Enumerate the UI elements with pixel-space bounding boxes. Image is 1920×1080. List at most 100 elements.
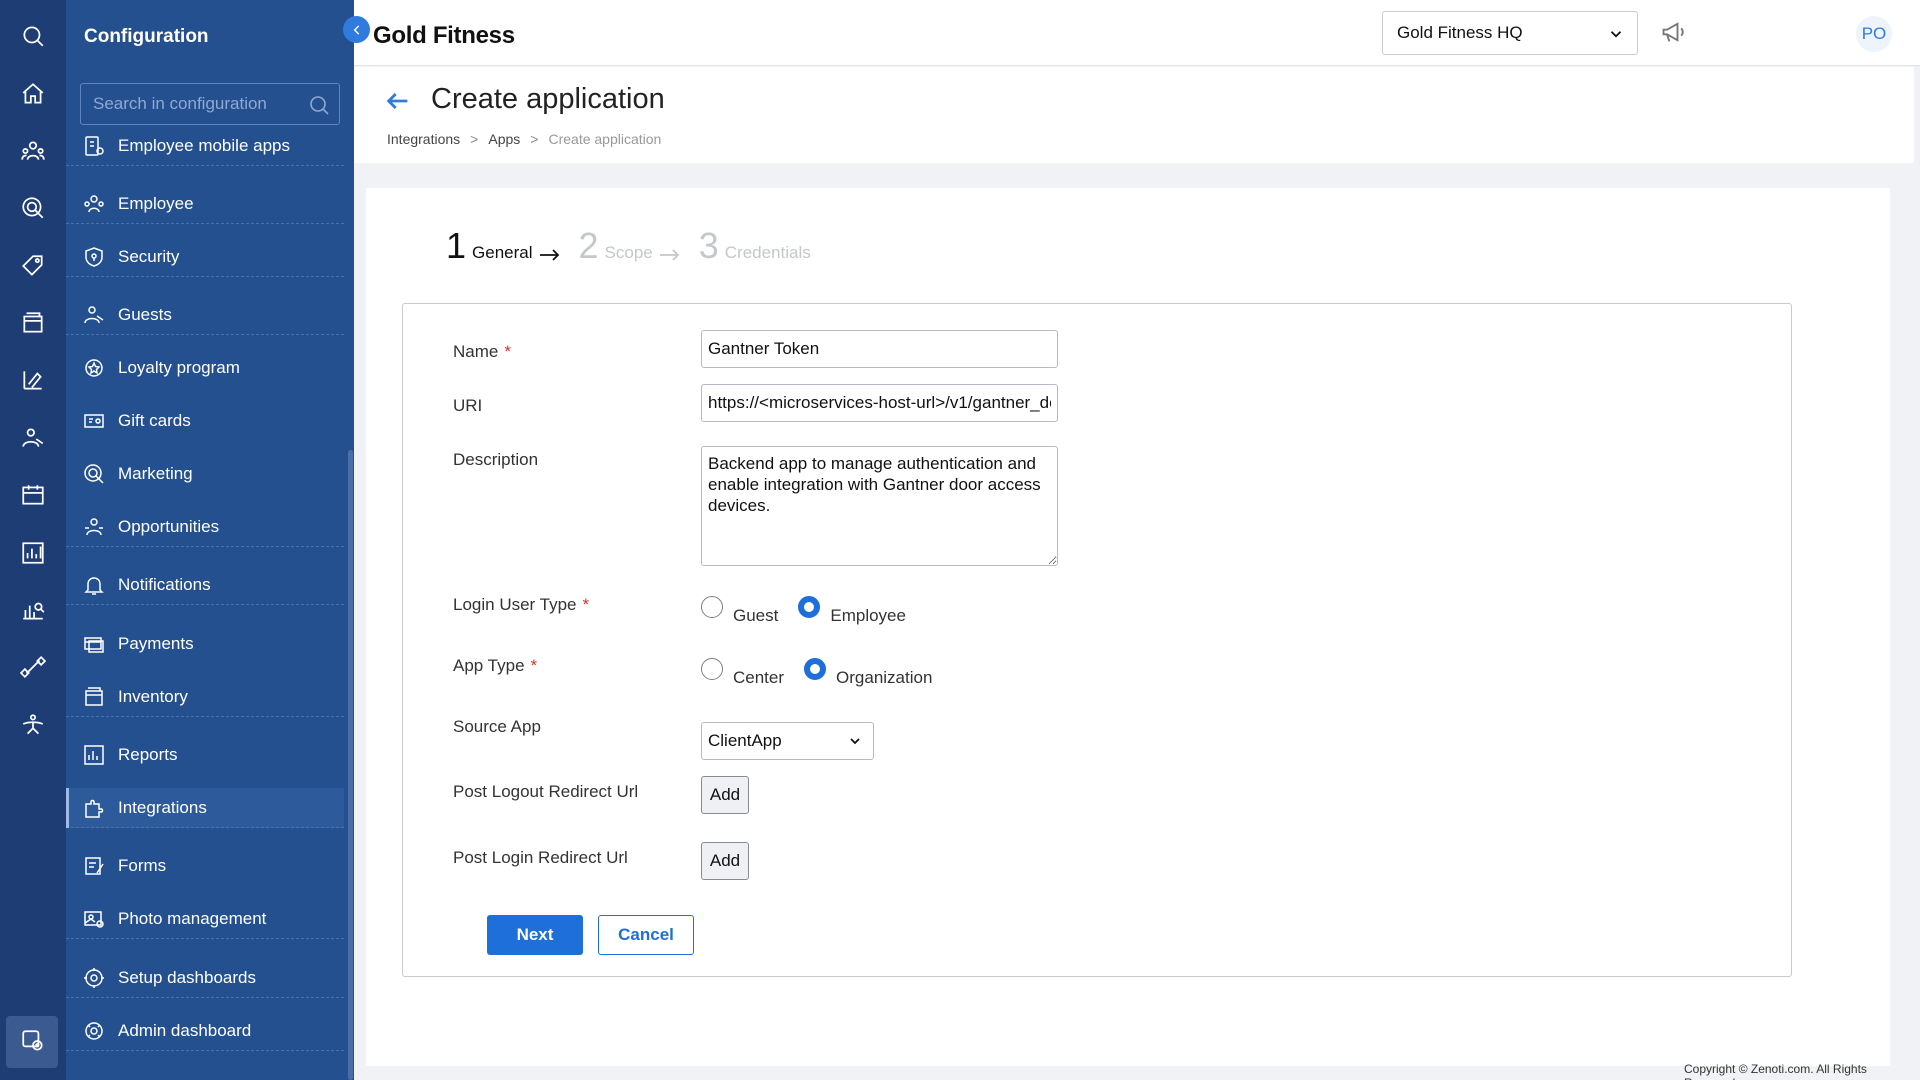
loyalty-icon	[80, 354, 108, 382]
marketing-icon[interactable]	[18, 193, 48, 223]
calendar-icon[interactable]	[18, 480, 48, 510]
sidebar-item-guests[interactable]: Guests	[66, 295, 344, 335]
sidebar-item-inventory[interactable]: Inventory	[66, 677, 344, 717]
center-selector[interactable]: Gold Fitness HQ	[1382, 11, 1638, 55]
radio-label: Organization	[836, 668, 933, 687]
sidebar-item-forms[interactable]: Forms	[66, 846, 344, 886]
sidebar-item-marketing[interactable]: Marketing	[66, 454, 344, 494]
radio-label: Guest	[733, 606, 779, 625]
radio-organization[interactable]: Organization	[804, 658, 932, 688]
sidebar-item-label: Inventory	[118, 686, 188, 706]
breadcrumb-apps[interactable]: Apps	[488, 131, 520, 147]
sidebar-item-label: Employee	[118, 193, 194, 213]
chart-icon[interactable]	[18, 538, 48, 568]
radio-indicator[interactable]	[701, 596, 723, 618]
reports-icon	[80, 741, 108, 769]
gift-card-icon	[80, 407, 108, 435]
dashboard-gear-icon	[80, 964, 108, 992]
add-post-login-url-button[interactable]: Add	[701, 842, 749, 880]
radio-indicator-selected[interactable]	[798, 596, 821, 618]
radio-indicator[interactable]	[701, 658, 723, 680]
name-field[interactable]	[701, 330, 1058, 368]
step-general[interactable]: 1 General	[446, 228, 561, 264]
radio-indicator-selected[interactable]	[804, 658, 827, 680]
search-icon[interactable]	[18, 21, 48, 51]
avatar[interactable]: PO	[1856, 16, 1892, 52]
analytics-icon[interactable]	[18, 595, 48, 625]
cancel-button[interactable]: Cancel	[598, 915, 694, 955]
app-type-label-text: App Type	[453, 656, 525, 675]
sidebar-item-setup-dashboards[interactable]: Setup dashboards	[66, 958, 344, 998]
breadcrumb-integrations[interactable]: Integrations	[387, 131, 460, 147]
settings-icon[interactable]	[18, 1026, 48, 1056]
sidebar-item-label: Setup dashboards	[118, 967, 256, 987]
collapse-sidebar-button[interactable]	[343, 16, 370, 43]
inventory-icon	[80, 683, 108, 711]
sidebar-item-admin-dashboard[interactable]: Admin dashboard	[66, 1011, 344, 1051]
step-number: 3	[698, 225, 719, 266]
sidebar-item-gift-cards[interactable]: Gift cards	[66, 401, 344, 441]
dumbbell-icon[interactable]	[18, 652, 48, 682]
sidebar-item-loyalty-program[interactable]: Loyalty program	[66, 348, 344, 388]
guests-icon[interactable]	[18, 423, 48, 453]
uri-field[interactable]	[701, 384, 1058, 422]
config-search-input[interactable]	[81, 84, 339, 124]
step-credentials[interactable]: 3 Credentials	[699, 228, 811, 264]
sidebar-item-notifications[interactable]: Notifications	[66, 565, 344, 605]
breadcrumb-separator: >	[470, 131, 479, 147]
radio-guest[interactable]: Guest	[701, 596, 778, 626]
inventory-icon[interactable]	[18, 308, 48, 338]
forms-icon	[80, 852, 108, 880]
uri-label: URI	[453, 396, 483, 415]
megaphone-icon[interactable]	[1660, 18, 1690, 48]
radio-employee[interactable]: Employee	[798, 596, 906, 626]
photo-icon	[80, 905, 108, 933]
sidebar-item-photo-management[interactable]: Photo management	[66, 899, 344, 939]
add-post-logout-url-button[interactable]: Add	[701, 776, 749, 814]
config-search-box	[80, 83, 340, 125]
top-header: Gold Fitness Gold Fitness HQ PO	[354, 0, 1920, 66]
sidebar-scrollbar[interactable]	[348, 450, 353, 1080]
sidebar-item-reports[interactable]: Reports	[66, 735, 344, 775]
next-button[interactable]: Next	[487, 915, 583, 955]
step-scope[interactable]: 2 Scope	[579, 228, 681, 264]
chevron-left-icon	[353, 24, 359, 35]
sidebar-item-payments[interactable]: Payments	[66, 624, 344, 664]
description-field[interactable]: Backend app to manage authentication and…	[701, 446, 1058, 566]
radio-label: Center	[733, 668, 785, 687]
bell-icon	[80, 571, 108, 599]
sidebar-item-opportunities[interactable]: Opportunities	[66, 507, 344, 547]
post-login-redirect-label: Post Login Redirect Url	[453, 848, 628, 867]
search-icon[interactable]	[307, 93, 331, 117]
sidebar-item-employee-mobile-apps[interactable]: Employee mobile apps	[66, 126, 344, 166]
source-app-label: Source App	[453, 717, 541, 736]
back-arrow-icon[interactable]	[384, 87, 414, 117]
home-icon[interactable]	[18, 79, 48, 109]
sidebar-item-label: Guests	[118, 304, 172, 324]
employee-icon	[80, 190, 108, 218]
sidebar-item-label: Payments	[118, 634, 194, 653]
guests-icon	[80, 301, 108, 329]
sidebar-item-label: Opportunities	[118, 516, 220, 536]
required-mark: *	[582, 595, 590, 614]
sidebar-item-label: Integrations	[118, 797, 207, 817]
sidebar-item-integrations[interactable]: Integrations	[66, 788, 344, 828]
users-icon[interactable]	[18, 136, 48, 166]
required-mark: *	[530, 656, 538, 675]
tag-icon[interactable]	[18, 251, 48, 281]
radio-center[interactable]: Center	[701, 658, 784, 688]
sidebar-item-label: Notifications	[118, 574, 211, 594]
sidebar-item-label: Reports	[118, 745, 178, 764]
breadcrumb: Integrations > Apps > Create application	[387, 131, 661, 147]
yoga-icon[interactable]	[18, 710, 48, 740]
sidebar-item-employee[interactable]: Employee	[66, 184, 344, 224]
stepper: 1 General 2 Scope 3 Credentials	[446, 228, 829, 264]
app-type-radio-group: Center Organization	[701, 658, 952, 688]
content-card: 1 General 2 Scope 3 Credentials Name * UR…	[366, 188, 1890, 1066]
icon-rail	[0, 0, 66, 1080]
reports-icon[interactable]	[18, 365, 48, 395]
breadcrumb-current: Create application	[548, 131, 662, 147]
source-app-select[interactable]: ClientApp	[701, 722, 874, 760]
sidebar-item-security[interactable]: Security	[66, 237, 344, 277]
shield-icon	[80, 243, 108, 271]
